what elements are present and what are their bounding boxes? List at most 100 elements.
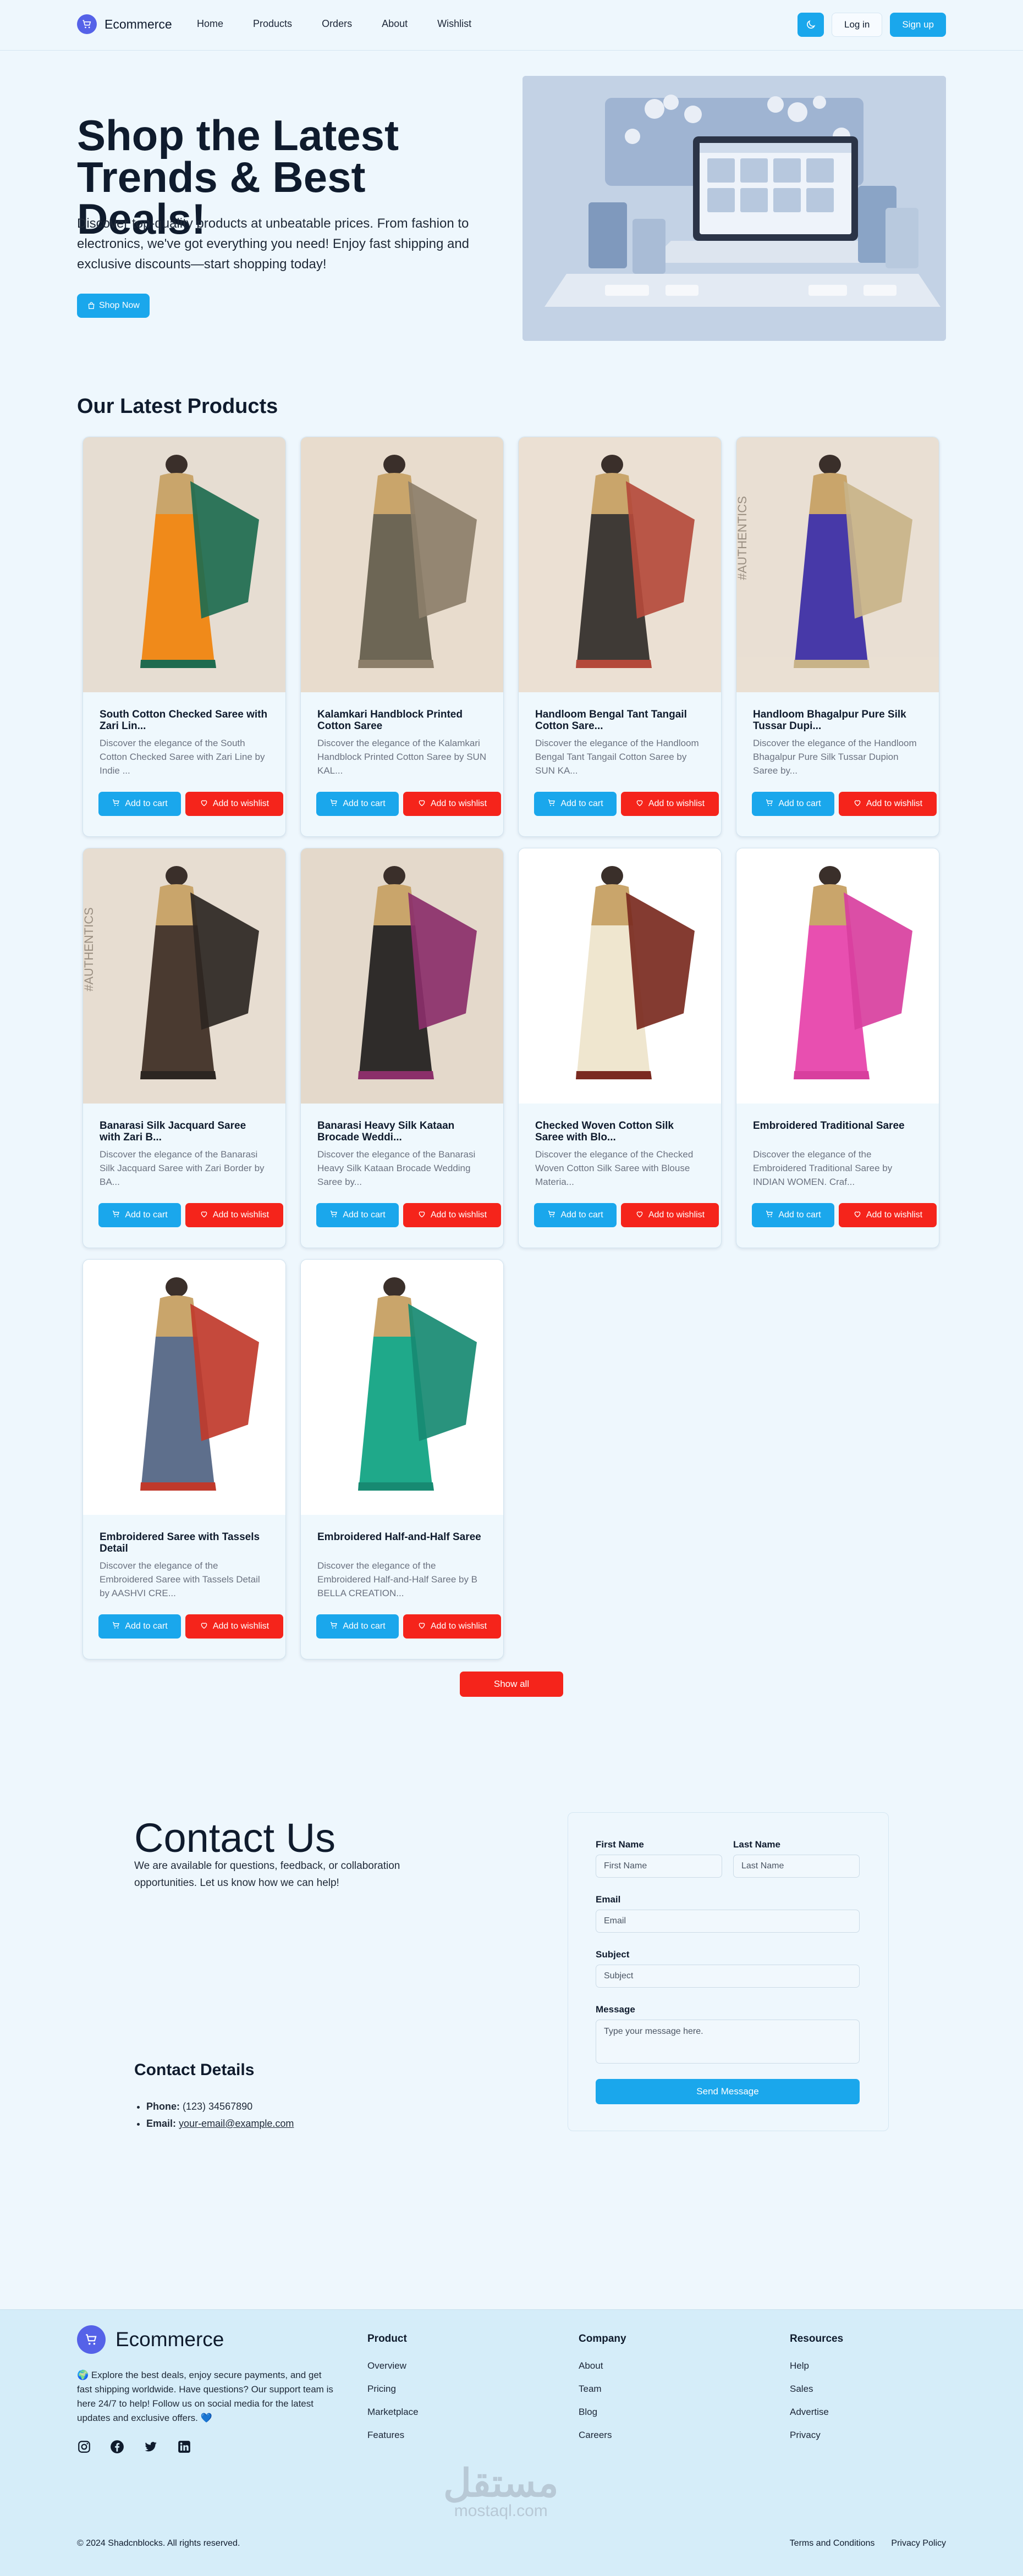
add-to-cart-button[interactable]: Add to cart [98, 792, 181, 816]
product-title[interactable]: Kalamkari Handblock Printed Cotton Saree [317, 709, 487, 732]
add-to-wishlist-button[interactable]: Add to wishlist [185, 1614, 283, 1639]
add-to-wishlist-button[interactable]: Add to wishlist [185, 792, 283, 816]
add-to-wishlist-button[interactable]: Add to wishlist [185, 1203, 283, 1227]
product-image[interactable] [301, 848, 503, 1104]
footer-link-pricing[interactable]: Pricing [367, 2384, 419, 2395]
nav-link-wishlist[interactable]: Wishlist [437, 18, 471, 30]
first-name-input[interactable]: First Name [596, 1855, 722, 1878]
instagram-icon[interactable] [77, 2440, 91, 2457]
product-image[interactable] [301, 1260, 503, 1515]
add-to-cart-button[interactable]: Add to cart [752, 1203, 834, 1227]
add-to-cart-button[interactable]: Add to cart [752, 792, 834, 816]
add-to-wishlist-button[interactable]: Add to wishlist [621, 1203, 719, 1227]
nav-link-about[interactable]: About [382, 18, 408, 30]
nav-link-home[interactable]: Home [197, 18, 223, 30]
email-link[interactable]: your-email@example.com [179, 2118, 294, 2129]
footer-brand[interactable]: Ecommerce [77, 2325, 224, 2354]
signup-button[interactable]: Sign up [890, 13, 946, 37]
product-title[interactable]: Banarasi Heavy Silk Kataan Brocade Weddi… [317, 1120, 487, 1143]
product-card[interactable]: #AUTHENTICS Banarasi Silk Jacquard Saree … [82, 848, 286, 1248]
add-to-cart-button[interactable]: Add to cart [534, 1203, 617, 1227]
add-to-cart-label: Add to cart [343, 799, 386, 808]
heart-icon [417, 1210, 426, 1221]
cart-icon [112, 798, 120, 810]
add-to-wishlist-button[interactable]: Add to wishlist [403, 1203, 501, 1227]
footer-link-advertise[interactable]: Advertise [790, 2407, 843, 2418]
last-name-input[interactable]: Last Name [733, 1855, 860, 1878]
product-image[interactable] [519, 437, 721, 692]
footer-link-features[interactable]: Features [367, 2430, 419, 2441]
add-to-wishlist-label: Add to wishlist [866, 1210, 923, 1220]
cart-icon [547, 1210, 556, 1221]
message-textarea[interactable]: Type your message here. [596, 2020, 860, 2064]
footer-link-careers[interactable]: Careers [579, 2430, 626, 2441]
shop-now-button[interactable]: Shop Now [77, 294, 150, 318]
subject-field[interactable]: Subject [596, 1965, 860, 1988]
brand-logo[interactable]: Ecommerce [77, 14, 172, 34]
footer-link-overview[interactable]: Overview [367, 2360, 419, 2371]
product-image[interactable] [83, 1260, 285, 1515]
add-to-cart-button[interactable]: Add to cart [316, 792, 399, 816]
product-title[interactable]: Handloom Bengal Tant Tangail Cotton Sare… [535, 709, 705, 732]
product-image[interactable] [83, 437, 285, 692]
footer-link-privacy[interactable]: Privacy [790, 2430, 843, 2441]
product-card[interactable]: Embroidered Traditional Saree Discover th… [736, 848, 939, 1248]
product-title[interactable]: South Cotton Checked Saree with Zari Lin… [100, 709, 269, 732]
nav-link-products[interactable]: Products [253, 18, 292, 30]
footer-link-help[interactable]: Help [790, 2360, 843, 2371]
footer-link-about[interactable]: About [579, 2360, 626, 2371]
product-card[interactable]: South Cotton Checked Saree with Zari Lin… [82, 437, 286, 837]
login-button[interactable]: Log in [832, 13, 883, 37]
product-card[interactable]: Handloom Bengal Tant Tangail Cotton Sare… [518, 437, 722, 837]
footer-link-sales[interactable]: Sales [790, 2384, 843, 2395]
product-card[interactable]: #AUTHENTICS Handloom Bhagalpur Pure Silk … [736, 437, 939, 837]
add-to-wishlist-button[interactable]: Add to wishlist [403, 1614, 501, 1639]
product-title[interactable]: Checked Woven Cotton Silk Saree with Blo… [535, 1120, 705, 1143]
product-title[interactable]: Embroidered Saree with Tassels Detail [100, 1531, 269, 1554]
cart-logo-icon [77, 14, 97, 34]
cart-icon [765, 798, 774, 810]
nav-link-orders[interactable]: Orders [322, 18, 352, 30]
product-card[interactable]: Embroidered Saree with Tassels Detail Dis… [82, 1259, 286, 1659]
theme-toggle-button[interactable] [798, 13, 824, 37]
product-title[interactable]: Embroidered Half-and-Half Saree [317, 1531, 487, 1554]
product-card[interactable]: Kalamkari Handblock Printed Cotton Saree… [300, 437, 504, 837]
send-message-button[interactable]: Send Message [596, 2079, 860, 2104]
footer-link-blog[interactable]: Blog [579, 2407, 626, 2418]
product-title[interactable]: Banarasi Silk Jacquard Saree with Zari B… [100, 1120, 269, 1143]
product-card[interactable]: Embroidered Half-and-Half Saree Discover … [300, 1259, 504, 1659]
footer-link-marketplace[interactable]: Marketplace [367, 2407, 419, 2418]
add-to-wishlist-button[interactable]: Add to wishlist [839, 792, 937, 816]
product-image[interactable] [519, 848, 721, 1104]
terms-link[interactable]: Terms and Conditions [790, 2539, 875, 2549]
add-to-cart-button[interactable]: Add to cart [534, 792, 617, 816]
twitter-icon[interactable] [143, 2440, 158, 2457]
product-image[interactable]: #AUTHENTICS [736, 437, 939, 692]
footer-link-team[interactable]: Team [579, 2384, 626, 2395]
linkedin-icon[interactable] [177, 2440, 191, 2457]
add-to-cart-button[interactable]: Add to cart [316, 1614, 399, 1639]
product-info: South Cotton Checked Saree with Zari Lin… [83, 692, 285, 777]
contact-details-title: Contact Details [134, 2061, 255, 2079]
product-card[interactable]: Banarasi Heavy Silk Kataan Brocade Weddi… [300, 848, 504, 1248]
product-image[interactable] [301, 437, 503, 692]
facebook-icon[interactable] [110, 2440, 124, 2457]
add-to-wishlist-button[interactable]: Add to wishlist [621, 792, 719, 816]
product-card[interactable]: Checked Woven Cotton Silk Saree with Blo… [518, 848, 722, 1248]
email-field[interactable]: Email [596, 1910, 860, 1933]
privacy-policy-link[interactable]: Privacy Policy [891, 2539, 946, 2549]
add-to-cart-button[interactable]: Add to cart [98, 1203, 181, 1227]
product-image[interactable]: #AUTHENTICS [83, 848, 285, 1104]
show-all-button[interactable]: Show all [460, 1672, 563, 1697]
product-title[interactable]: Embroidered Traditional Saree [753, 1120, 922, 1143]
product-title[interactable]: Handloom Bhagalpur Pure Silk Tussar Dupi… [753, 709, 922, 732]
contact-form: First Name First Name Last Name Last Nam… [568, 1812, 889, 2131]
add-to-cart-button[interactable]: Add to cart [316, 1203, 399, 1227]
add-to-wishlist-button[interactable]: Add to wishlist [403, 792, 501, 816]
add-to-wishlist-button[interactable]: Add to wishlist [839, 1203, 937, 1227]
product-description: Discover the elegance of the Kalamkari H… [317, 738, 487, 776]
product-image[interactable] [736, 848, 939, 1104]
add-to-cart-button[interactable]: Add to cart [98, 1614, 181, 1639]
top-navbar: Ecommerce Home Products Orders About Wis… [0, 0, 1023, 51]
add-to-cart-label: Add to cart [778, 799, 821, 808]
